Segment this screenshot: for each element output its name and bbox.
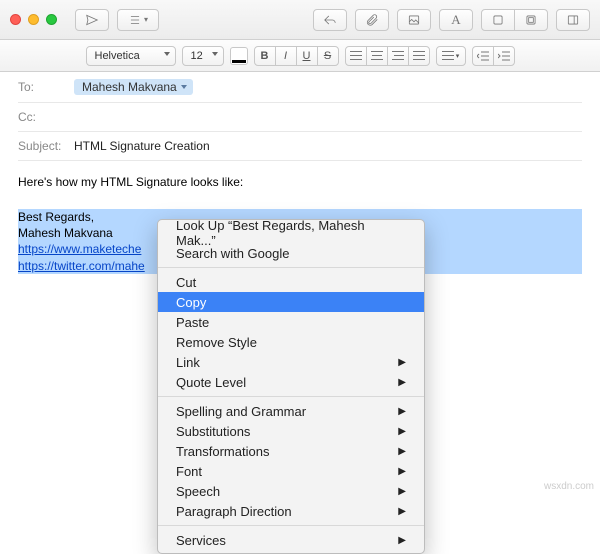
- to-row[interactable]: To: Mahesh Makvana: [18, 72, 582, 103]
- sig-line-1: Best Regards,: [18, 210, 94, 224]
- reply-button[interactable]: [313, 9, 347, 31]
- subject-label: Subject:: [18, 139, 66, 153]
- list-style-button[interactable]: ▾: [436, 46, 466, 66]
- photo-browser-button[interactable]: [397, 9, 431, 31]
- header-fields-button[interactable]: ▾: [117, 9, 159, 31]
- menu-transformations[interactable]: Transformations▶: [158, 441, 424, 461]
- font-size-select[interactable]: 12: [182, 46, 224, 66]
- attach-button[interactable]: [355, 9, 389, 31]
- align-center-button[interactable]: [366, 46, 388, 66]
- body-intro-text: Here's how my HTML Signature looks like:: [18, 175, 582, 189]
- menu-font[interactable]: Font▶: [158, 461, 424, 481]
- menu-spelling[interactable]: Spelling and Grammar▶: [158, 401, 424, 421]
- menu-remove-style[interactable]: Remove Style: [158, 332, 424, 352]
- menu-cut[interactable]: Cut: [158, 272, 424, 292]
- bold-button[interactable]: B: [254, 46, 276, 66]
- window-controls: [10, 14, 57, 25]
- paperclip-icon: [365, 13, 379, 27]
- menu-services[interactable]: Services▶: [158, 530, 424, 550]
- subject-value: HTML Signature Creation: [74, 139, 210, 153]
- menu-paragraph-direction[interactable]: Paragraph Direction▶: [158, 501, 424, 521]
- menu-quote-level[interactable]: Quote Level▶: [158, 372, 424, 392]
- photo-icon: [407, 13, 421, 27]
- watermark: wsxdn.com: [544, 481, 594, 492]
- message-headers: To: Mahesh Makvana Cc: Subject: HTML Sig…: [0, 72, 600, 161]
- menu-paste[interactable]: Paste: [158, 312, 424, 332]
- menu-separator: [158, 396, 424, 397]
- cc-row[interactable]: Cc:: [18, 103, 582, 132]
- markup-icon: [524, 13, 538, 27]
- outdent-button[interactable]: [472, 46, 494, 66]
- reply-icon: [323, 13, 337, 27]
- minimize-window-button[interactable]: [28, 14, 39, 25]
- menu-lookup[interactable]: Look Up “Best Regards, Mahesh Mak...”: [158, 223, 424, 243]
- format-button[interactable]: A: [439, 9, 473, 31]
- zoom-window-button[interactable]: [46, 14, 57, 25]
- emoji-button[interactable]: [481, 9, 515, 31]
- sidebar-icon: [566, 13, 580, 27]
- align-left-button[interactable]: [345, 46, 367, 66]
- text-color-button[interactable]: [230, 47, 248, 65]
- sidebar-button[interactable]: [556, 9, 590, 31]
- indent-button[interactable]: [493, 46, 515, 66]
- italic-button[interactable]: I: [275, 46, 297, 66]
- to-recipient-pill[interactable]: Mahesh Makvana: [74, 79, 193, 95]
- sig-link-1[interactable]: https://www.maketeche: [18, 242, 141, 256]
- to-label: To:: [18, 80, 66, 94]
- underline-button[interactable]: U: [296, 46, 318, 66]
- menu-separator: [158, 267, 424, 268]
- align-right-button[interactable]: [387, 46, 409, 66]
- menu-substitutions[interactable]: Substitutions▶: [158, 421, 424, 441]
- format-toolbar: Helvetica 12 B I U S ▾: [0, 40, 600, 72]
- markup-button[interactable]: [514, 9, 548, 31]
- menu-link[interactable]: Link▶: [158, 352, 424, 372]
- emoji-icon: [491, 13, 505, 27]
- list-icon: [128, 13, 142, 27]
- align-justify-button[interactable]: [408, 46, 430, 66]
- close-window-button[interactable]: [10, 14, 21, 25]
- menu-speech[interactable]: Speech▶: [158, 481, 424, 501]
- outdent-icon: [477, 51, 489, 61]
- strikethrough-button[interactable]: S: [317, 46, 339, 66]
- cc-label: Cc:: [18, 110, 66, 124]
- subject-row[interactable]: Subject: HTML Signature Creation: [18, 132, 582, 161]
- titlebar: ▾ A: [0, 0, 600, 40]
- send-icon: [85, 13, 99, 27]
- send-button[interactable]: [75, 9, 109, 31]
- font-family-select[interactable]: Helvetica: [86, 46, 176, 66]
- sig-link-2[interactable]: https://twitter.com/mahe: [18, 259, 145, 273]
- menu-separator: [158, 525, 424, 526]
- indent-icon: [498, 51, 510, 61]
- menu-copy[interactable]: Copy: [158, 292, 424, 312]
- sig-line-2: Mahesh Makvana: [18, 226, 113, 240]
- context-menu: Look Up “Best Regards, Mahesh Mak...” Se…: [157, 219, 425, 554]
